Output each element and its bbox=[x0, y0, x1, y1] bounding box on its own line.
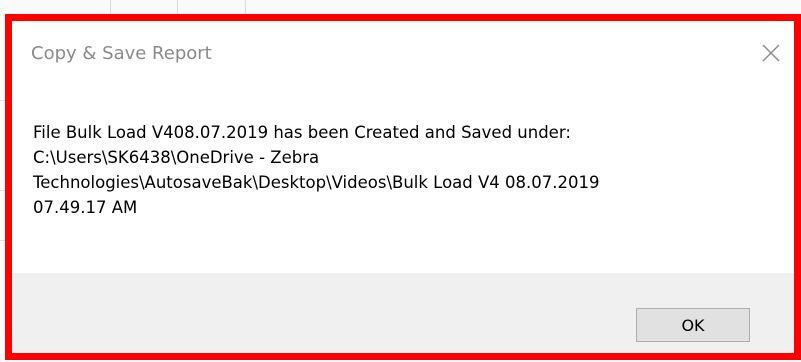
gridline bbox=[110, 0, 111, 14]
gridline bbox=[245, 0, 246, 14]
close-icon bbox=[762, 44, 780, 62]
dialog-message: File Bulk Load V408.07.2019 has been Cre… bbox=[33, 123, 600, 217]
gridline bbox=[177, 0, 178, 14]
dialog-content: File Bulk Load V408.07.2019 has been Cre… bbox=[12, 83, 794, 273]
dialog-title: Copy & Save Report bbox=[31, 43, 212, 64]
dialog-footer: OK bbox=[12, 273, 794, 353]
close-button[interactable] bbox=[748, 31, 794, 75]
dialog-titlebar[interactable]: Copy & Save Report bbox=[12, 21, 794, 83]
message-dialog: Copy & Save Report File Bulk Load V408.0… bbox=[5, 14, 801, 360]
ok-button[interactable]: OK bbox=[636, 308, 750, 342]
ok-button-label: OK bbox=[681, 315, 705, 335]
spreadsheet-strip bbox=[0, 0, 801, 14]
